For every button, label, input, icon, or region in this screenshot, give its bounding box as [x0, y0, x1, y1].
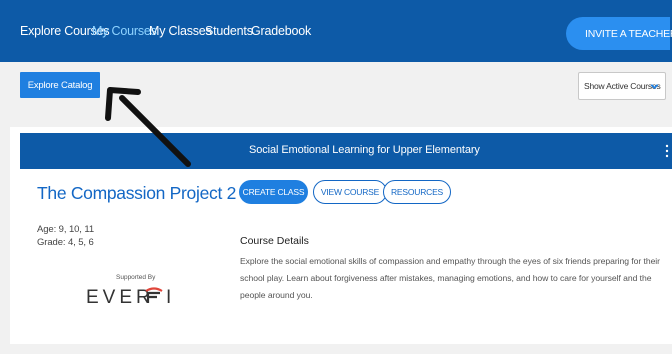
- everfi-logo: EVER I: [86, 287, 171, 307]
- nav-my-classes[interactable]: My Classes: [149, 24, 212, 38]
- svg-text:I: I: [166, 287, 171, 307]
- top-nav: Explore Courses My Courses My Classes St…: [0, 0, 672, 62]
- kebab-menu-icon[interactable]: [664, 144, 670, 158]
- nav-gradebook[interactable]: Gradebook: [251, 24, 311, 38]
- course-filter-select[interactable]: Show Active Courses: [578, 72, 666, 100]
- resources-button[interactable]: RESOURCES: [383, 180, 451, 204]
- view-course-button[interactable]: VIEW COURSE: [313, 180, 387, 204]
- course-details-heading: Course Details: [240, 235, 309, 247]
- svg-text:EVER: EVER: [86, 287, 154, 307]
- course-grade: Grade: 4, 5, 6: [37, 237, 94, 248]
- nav-students[interactable]: Students: [205, 24, 253, 38]
- course-title[interactable]: The Compassion Project 2: [37, 183, 236, 204]
- pointer-arrow-icon: [105, 87, 191, 167]
- course-category-title: Social Emotional Learning for Upper Elem…: [249, 144, 480, 156]
- nav-my-courses[interactable]: My Courses: [92, 24, 157, 38]
- explore-catalog-button[interactable]: Explore Catalog: [20, 72, 100, 98]
- chevron-down-icon: [650, 84, 659, 90]
- supported-by-label: Supported By: [116, 274, 156, 281]
- invite-teacher-label: INVITE A TEACHER: [585, 27, 672, 40]
- create-class-button[interactable]: CREATE CLASS: [239, 180, 308, 204]
- course-details-text: Explore the social emotional skills of c…: [240, 256, 660, 300]
- course-age: Age: 9, 10, 11: [37, 224, 95, 235]
- invite-teacher-button[interactable]: INVITE A TEACHER: [566, 17, 672, 50]
